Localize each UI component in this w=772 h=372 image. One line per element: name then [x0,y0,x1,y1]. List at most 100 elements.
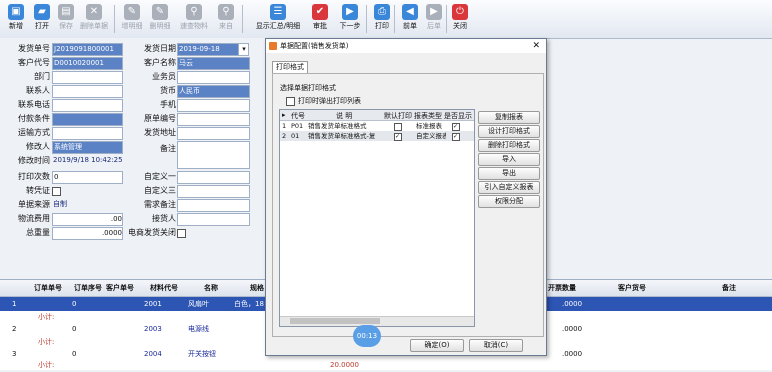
voucher-label: 转凭证 [26,186,50,195]
salesman-field[interactable] [177,71,250,84]
summary-detail-button[interactable]: ☰ 显示汇总/明细 [250,2,306,36]
delete-doc-button[interactable]: ✕ 删除单据 [80,2,108,36]
printer-icon: ⎙ [374,4,390,20]
search-icon: ⚲ [186,4,202,20]
receiver-field[interactable] [177,213,250,226]
cancel-button[interactable]: 取消(C) [469,339,523,352]
row-invoice-qty: .0000 [562,325,583,333]
check-icon: ✔ [312,4,328,20]
modifier-label: 修改人 [26,142,50,151]
demand-remark-label: 需求备注 [144,200,176,209]
orig-order-field[interactable] [177,113,250,126]
receiver-label: 接货人 [152,214,176,223]
timer-badge: 00:13 [353,325,381,347]
next-step-button[interactable]: ▶ 下一步 [336,2,364,36]
print-popup-checkbox[interactable] [286,97,295,106]
ship-no-field[interactable]: J2019091800001 [52,43,123,56]
design-format-button[interactable]: 设计打印格式 [478,125,540,138]
demand-remark-field[interactable] [177,199,250,212]
default-print-checkbox[interactable] [394,123,402,131]
approve-button[interactable]: ✔ 审批 [306,2,334,36]
col-name[interactable]: 名称 [204,283,218,293]
modifier-field[interactable]: 系统管理 [52,141,123,154]
freight-field[interactable]: .00 [52,213,123,226]
custom3-label: 自定义三 [144,186,176,195]
source-button[interactable]: ⚲ 来自 [212,2,240,36]
col-order-seq[interactable]: 订单序号 [74,283,102,293]
close-button[interactable]: ⏻ 关闭 [446,2,474,36]
print-count-label: 打印次数 [18,172,50,181]
format-row[interactable]: 2 01 销售发货单标准格式-复 ✓ 自定义报表 ✓ [280,131,474,141]
ecom-close-checkbox[interactable] [177,229,186,238]
export-button[interactable]: 导出 [478,167,540,180]
mobile-field[interactable] [177,99,250,112]
col-order-no[interactable]: 订单单号 [34,283,62,293]
custom3-field[interactable] [177,185,250,198]
col-material[interactable]: 材料代号 [150,283,178,293]
arrow-left-icon: ◀ [402,4,418,20]
cust-name-field[interactable]: 马云 [177,57,250,70]
row-index: 1 [282,122,287,130]
import-button[interactable]: 导入 [478,153,540,166]
row-desc: 销售发货单标准格式-复 [308,132,376,140]
ship-addr-field[interactable] [177,127,250,140]
new-button[interactable]: ▣ 新增 [2,2,30,36]
contact-field[interactable] [52,85,123,98]
show-checkbox[interactable]: ✓ [452,123,460,131]
col-remark[interactable]: 备注 [722,283,736,293]
horizontal-scrollbar[interactable] [280,316,474,326]
delete-format-button[interactable]: 删除打印格式 [478,139,540,152]
print-count-field[interactable]: 0 [52,171,123,184]
currency-label: 货币 [160,86,176,95]
transport-field[interactable] [52,127,123,140]
cust-code-field[interactable]: D0010020001 [52,57,123,70]
phone-field[interactable] [52,99,123,112]
col-show: 是否显示 [444,112,472,120]
col-cust-goods[interactable]: 客户货号 [618,283,646,293]
total-weight-field[interactable]: .0000 [52,227,123,240]
chevron-down-icon[interactable]: ▾ [238,43,249,56]
permission-button[interactable]: 权限分配 [478,195,540,208]
ok-button[interactable]: 确定(O) [410,339,464,352]
link-icon: ⚲ [218,4,234,20]
close-icon[interactable]: ✕ [532,39,540,53]
row-index: 2 [12,325,17,333]
dept-field[interactable] [52,71,123,84]
voucher-checkbox[interactable] [52,187,61,196]
col-open-invoice[interactable]: 开票数量 [548,283,576,293]
quick-material-button[interactable]: ⚲ 速查物料 [180,2,208,36]
tab-print-format[interactable]: 打印格式 [272,61,308,73]
source-label: 单据来源 [18,200,50,209]
copy-report-button[interactable]: 复制报表 [478,111,540,124]
ship-date-field[interactable]: 2019-09-18 [177,43,242,56]
row-material: 2001 [144,300,162,308]
ecom-close-label: 电商发货关闭 [128,228,176,237]
show-checkbox[interactable]: ✓ [452,133,460,141]
row-name: 电源线 [188,325,209,333]
row-index: 2 [282,132,287,140]
payment-field[interactable] [52,113,123,126]
phone-label: 联系电话 [18,100,50,109]
ship-no-label: 发货单号 [18,44,50,53]
edit-icon: ✎ [124,4,140,20]
print-button[interactable]: ⎙ 打印 [368,2,396,36]
col-code: 代号 [291,112,305,120]
custom1-field[interactable] [177,171,250,184]
add-detail-button[interactable]: ✎ 增明细 [118,2,146,36]
remark-field[interactable] [177,141,250,169]
scrollbar-thumb[interactable] [290,318,380,324]
default-print-checkbox[interactable]: ✓ [394,133,402,141]
ship-addr-label: 发货地址 [144,128,176,137]
ship-date-label: 发货日期 [144,44,176,53]
import-custom-report-button[interactable]: 引入自定义报表 [478,181,540,194]
cust-name-label: 客户名称 [144,58,176,67]
format-row[interactable]: 1 P01 销售发货单标准格式 标准报表 ✓ [280,121,474,131]
row-name: 风扇叶 [188,300,209,308]
col-default: 默认打印 [384,112,412,120]
col-spec[interactable]: 规格 [250,283,264,293]
currency-field[interactable]: 人民币 [177,85,250,98]
next-doc-button[interactable]: ▶ 后单 [420,2,448,36]
save-button[interactable]: ▤ 保存 [52,2,80,36]
col-cust-order[interactable]: 客户单号 [106,283,134,293]
delete-detail-button[interactable]: ✎ 删明细 [146,2,174,36]
